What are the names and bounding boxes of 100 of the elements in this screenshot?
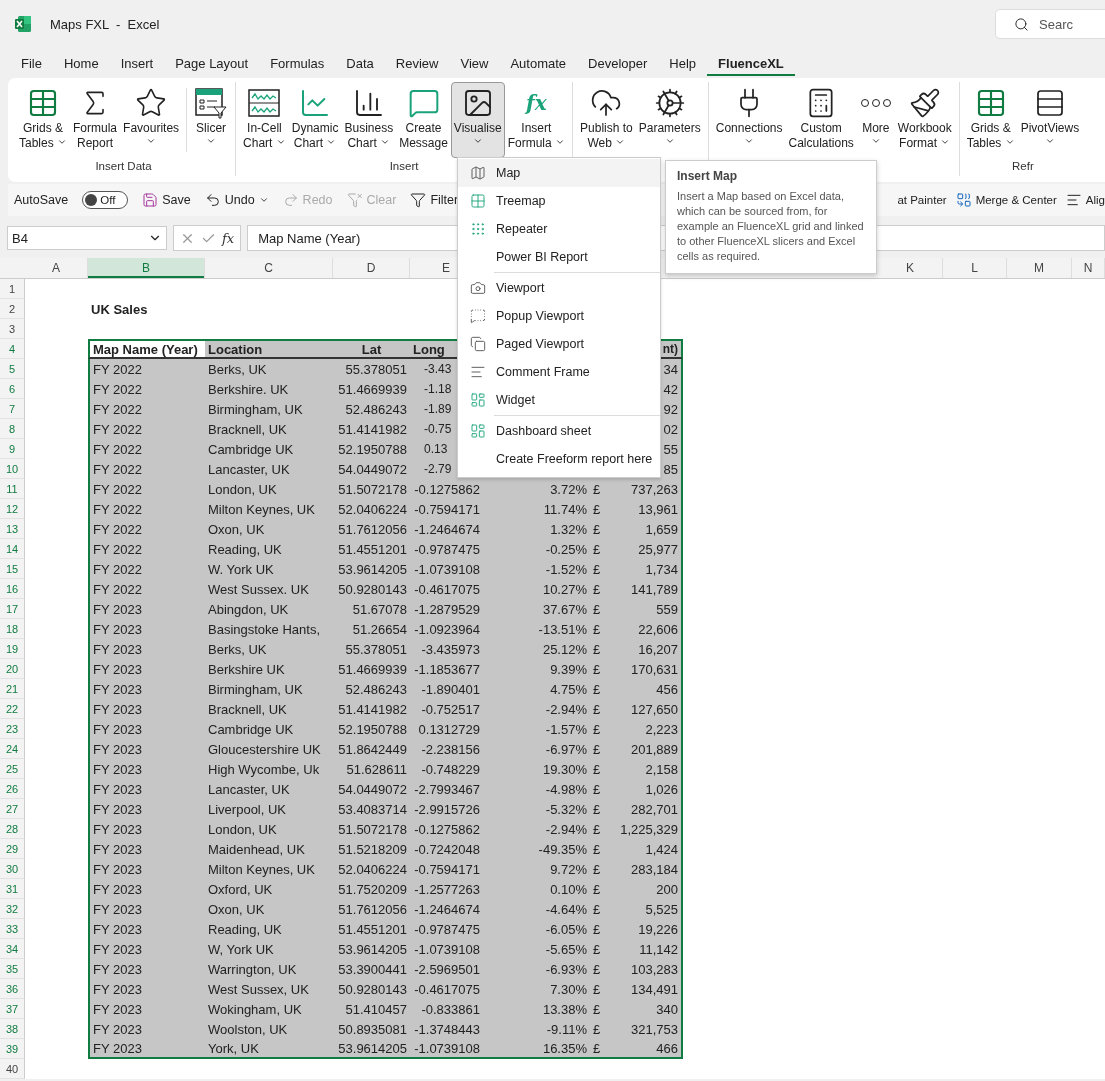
toolbar-button[interactable]: at Painter [897, 192, 947, 208]
row-header[interactable]: 22 [0, 699, 25, 719]
column-header[interactable]: C [205, 258, 333, 278]
ribbon-tab[interactable]: Insert [109, 50, 165, 76]
ribbon-tab[interactable]: Help [658, 50, 708, 76]
row-header[interactable]: 26 [0, 779, 25, 799]
ribbon-button[interactable]: fx Insert Formula [504, 82, 569, 158]
ribbon-tab[interactable]: Data [335, 50, 385, 76]
align-icon [1065, 192, 1082, 208]
row-header[interactable]: 34 [0, 939, 25, 959]
row-header[interactable]: 39 [0, 1039, 25, 1059]
row-header[interactable]: 13 [0, 519, 25, 539]
table-cell: £ [590, 719, 612, 739]
row-header[interactable]: 40 [0, 1059, 25, 1079]
ribbon-tab[interactable]: Home [52, 50, 110, 76]
ribbon-button[interactable]: Parameters [635, 82, 704, 158]
ribbon-button[interactable]: Dynamic Chart [288, 82, 342, 158]
row-header[interactable]: 2 [0, 299, 25, 319]
column-header[interactable]: B [88, 258, 205, 278]
row-header[interactable]: 12 [0, 499, 25, 519]
ribbon-tab[interactable]: File [10, 50, 53, 76]
ribbon-button[interactable]: Custom Calculations [785, 82, 857, 158]
row-header[interactable]: 37 [0, 999, 25, 1019]
row-header[interactable]: 17 [0, 599, 25, 619]
ribbon-tab[interactable]: Review [384, 50, 450, 76]
column-header[interactable]: L [943, 258, 1007, 278]
column-header[interactable]: N [1072, 258, 1105, 278]
table-cell: £ [590, 599, 612, 619]
ribbon-button[interactable]: Grids & Tables [16, 82, 71, 158]
row-header[interactable]: 6 [0, 379, 25, 399]
ribbon-tab[interactable]: View [449, 50, 500, 76]
row-header[interactable]: 31 [0, 879, 25, 899]
row-header[interactable]: 8 [0, 419, 25, 439]
insert-function-button[interactable]: fx [222, 230, 235, 246]
row-header[interactable]: 23 [0, 719, 25, 739]
column-header[interactable]: D [333, 258, 410, 278]
row-header[interactable]: 30 [0, 859, 25, 879]
ribbon-button[interactable]: Slicer [191, 82, 232, 158]
row-header[interactable]: 15 [0, 559, 25, 579]
row-header[interactable]: 20 [0, 659, 25, 679]
menu-item[interactable]: Popup Viewport [458, 302, 660, 330]
row-header[interactable]: 36 [0, 979, 25, 999]
toolbar-button[interactable]: Filter [410, 192, 459, 208]
row-header[interactable]: 28 [0, 819, 25, 839]
row-header[interactable]: 14 [0, 539, 25, 559]
row-header[interactable]: 5 [0, 359, 25, 379]
map-icon [470, 165, 486, 181]
ribbon-tab[interactable]: Developer [577, 50, 659, 76]
group-label: Insert [389, 160, 419, 174]
table-cell: FY 2023 [88, 679, 205, 699]
toolbar-button[interactable]: Merge & Center [955, 192, 1057, 208]
table-cell: -1.2464674 [410, 519, 483, 539]
row-header[interactable]: 16 [0, 579, 25, 599]
ribbon-button[interactable]: More [856, 82, 895, 158]
row-header[interactable]: 32 [0, 899, 25, 919]
ribbon-tab[interactable]: Page Layout [164, 50, 260, 76]
search-field[interactable]: Searc [995, 9, 1105, 39]
toolbar-button[interactable]: Save [142, 192, 191, 208]
row-header[interactable]: 7 [0, 399, 25, 419]
ribbon-button[interactable]: Grids & Tables [963, 82, 1018, 158]
ribbon-button[interactable]: Create Message [396, 82, 451, 158]
row-header[interactable]: 4 [0, 339, 25, 359]
row-header[interactable]: 27 [0, 799, 25, 819]
ribbon-button[interactable]: In-Cell Chart [240, 82, 289, 158]
ribbon-tab[interactable]: Automate [499, 50, 578, 76]
table-cell: 25,977 [612, 539, 683, 559]
ribbon-button[interactable]: Workbook Format [894, 82, 955, 158]
row-header[interactable]: 21 [0, 679, 25, 699]
autosave-toggle[interactable]: Off [82, 191, 129, 209]
ribbon-button[interactable]: Formula Report [70, 82, 121, 158]
column-header[interactable]: M [1007, 258, 1072, 278]
row-header[interactable]: 38 [0, 1019, 25, 1039]
menu-item[interactable]: Repeater [458, 215, 660, 243]
menu-item[interactable]: Treemap [458, 187, 660, 215]
ribbon-button[interactable]: Publish to Web [577, 82, 636, 158]
row-header[interactable]: 1 [0, 279, 25, 299]
column-header[interactable]: K [878, 258, 943, 278]
ribbon-button[interactable]: Business Chart [341, 82, 397, 158]
toolbar-button[interactable]: Alig [1065, 192, 1105, 208]
row-header[interactable]: 18 [0, 619, 25, 639]
ribbon-tab[interactable]: FluenceXL [707, 50, 795, 76]
row-header[interactable]: 29 [0, 839, 25, 859]
row-header[interactable]: 25 [0, 759, 25, 779]
row-header[interactable]: 11 [0, 479, 25, 499]
toolbar-button[interactable]: Undo [204, 192, 269, 208]
row-header[interactable]: 24 [0, 739, 25, 759]
name-box[interactable]: B4 [7, 226, 167, 250]
table-cell: FY 2023 [88, 1019, 205, 1039]
row-header[interactable]: 9 [0, 439, 25, 459]
ribbon-button[interactable]: Favourites [120, 82, 183, 158]
ribbon-button[interactable]: Visualise [450, 82, 505, 158]
row-header[interactable]: 3 [0, 319, 25, 339]
ribbon-tab[interactable]: Formulas [259, 50, 336, 76]
ribbon-button[interactable]: PivotViews [1017, 82, 1083, 158]
row-header[interactable]: 10 [0, 459, 25, 479]
menu-item[interactable]: Map [458, 159, 660, 187]
row-header[interactable]: 35 [0, 959, 25, 979]
row-header[interactable]: 33 [0, 919, 25, 939]
row-header[interactable]: 19 [0, 639, 25, 659]
ribbon-button[interactable]: Connections [712, 82, 786, 158]
